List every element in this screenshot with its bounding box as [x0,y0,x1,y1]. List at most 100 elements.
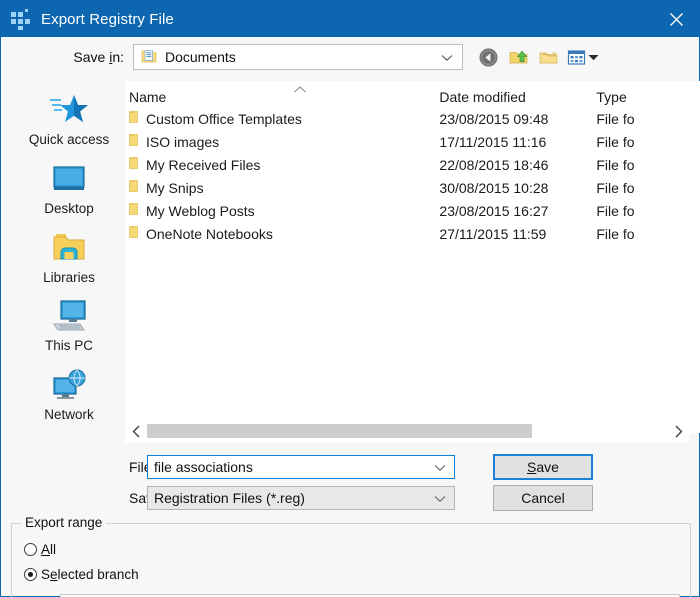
this-pc-icon [50,295,88,337]
place-libraries[interactable]: Libraries [17,227,121,294]
table-row[interactable]: My Weblog Posts 23/08/2015 16:27 File fo [125,199,700,222]
network-globe-icon [50,364,88,406]
folder-icon [129,225,138,242]
registry-editor-icon [10,8,32,30]
scrollbar-thumb[interactable] [147,424,532,438]
chevron-down-icon[interactable] [441,49,453,65]
navigation-toolbar [477,46,599,68]
quick-access-star-icon [50,89,88,131]
file-name-input[interactable]: file associations [147,454,455,479]
file-date-modified: 30/08/2015 10:28 [439,179,549,196]
back-icon [479,48,497,66]
radio-selected-branch-label: Selected branch [41,567,139,582]
browser-area: Quick access Desktop Libraries This PC N… [13,81,700,433]
file-type: File fo [596,179,635,196]
scrollbar-track[interactable] [147,424,667,438]
file-name: My Weblog Posts [146,202,255,219]
radio-all-label: All [41,542,57,557]
save-in-value: Documents [165,49,236,65]
scroll-left-button[interactable] [125,419,147,443]
place-label: Quick access [28,132,110,147]
radio-indicator-all[interactable] [24,543,37,556]
place-label: This PC [44,338,93,354]
radio-selected-branch[interactable]: Selected branch [24,567,690,582]
save-form: File name: file associations Save Save a… [1,451,700,513]
place-network[interactable]: Network [17,364,121,431]
place-this-pc[interactable]: This PC [17,295,121,362]
table-row[interactable]: OneNote Notebooks 27/11/2015 11:59 File … [125,222,700,245]
export-registry-file-dialog: Export Registry File Save in: Documents … [0,0,700,597]
title-bar: Export Registry File [1,1,699,37]
file-type: File fo [596,133,635,150]
close-button[interactable] [653,1,699,37]
documents-folder-icon [141,48,157,67]
folder-icon [129,156,138,173]
cancel-button[interactable]: Cancel [493,484,593,511]
chevron-right-icon [674,424,683,438]
file-list[interactable]: Name Date modified Type Custom Office Te… [125,81,700,433]
table-row[interactable]: ISO images 17/11/2015 11:16 File fo [125,130,700,153]
file-date-modified: 23/08/2015 09:48 [439,110,549,127]
desktop-monitor-icon [50,158,88,200]
file-name: Custom Office Templates [146,110,302,127]
horizontal-scrollbar[interactable] [125,419,689,443]
save-in-row: Save in: Documents [1,37,699,71]
export-range-title: Export range [21,515,107,530]
file-name: ISO images [146,133,220,150]
file-name-label: File name: [129,458,194,475]
save-as-type-value: Registration Files (*.reg) [154,489,305,506]
place-desktop[interactable]: Desktop [17,158,121,225]
place-label: Network [44,407,94,423]
up-one-level-button[interactable] [507,46,529,68]
file-type: File fo [596,156,635,173]
chevron-down-icon[interactable] [588,48,599,66]
save-in-label: Save in: [73,49,124,65]
file-date-modified: 17/11/2015 11:16 [439,133,547,150]
scroll-right-button[interactable] [667,419,689,443]
column-header-type[interactable]: Type [596,89,700,105]
place-label: Desktop [44,200,94,216]
table-row[interactable]: My Received Files 22/08/2015 18:46 File … [125,153,700,176]
export-range-group: Export range All Selected branch HKEY_CU… [11,515,691,597]
place-quick-access[interactable]: Quick access [17,89,121,156]
save-as-type-label: Save as type: [129,489,214,506]
place-label: Libraries [43,269,95,285]
file-list-header: Name Date modified Type [125,81,700,107]
column-header-name[interactable]: Name [125,89,439,105]
file-date-modified: 23/08/2015 16:27 [439,202,549,219]
chevron-down-icon[interactable] [434,490,446,506]
save-button[interactable]: Save [493,453,593,480]
views-button[interactable] [567,48,599,67]
table-row[interactable]: Custom Office Templates 23/08/2015 09:48… [125,107,700,130]
file-name: OneNote Notebooks [146,225,273,242]
column-header-date-modified[interactable]: Date modified [439,89,596,105]
save-as-type-combobox[interactable]: Registration Files (*.reg) [147,485,455,510]
places-bar: Quick access Desktop Libraries This PC N… [13,81,125,433]
radio-all[interactable]: All [24,542,690,557]
chevron-left-icon [131,424,140,438]
save-as-type-row: Save as type: Registration Files (*.reg)… [1,482,700,513]
views-icon [567,49,586,65]
new-folder-button[interactable] [537,46,559,68]
chevron-down-icon[interactable] [434,459,446,475]
file-type: File fo [596,110,635,127]
file-type: File fo [596,225,635,242]
back-button[interactable] [477,46,499,68]
close-icon [669,12,683,26]
file-name: My Received Files [146,156,261,173]
libraries-folder-icon [50,227,88,269]
file-name-value: file associations [154,458,253,475]
sort-ascending-icon [293,83,307,96]
folder-icon [129,202,138,219]
file-list-rows: Custom Office Templates 23/08/2015 09:48… [125,107,700,245]
window-title: Export Registry File [41,10,174,28]
file-date-modified: 27/11/2015 11:59 [439,225,547,242]
file-name: My Snips [146,179,204,196]
dialog-body: Save in: Documents Quick access Desktop … [1,37,700,597]
save-in-combobox[interactable]: Documents [133,44,463,70]
new-folder-icon [539,51,557,63]
file-type: File fo [596,202,635,219]
table-row[interactable]: My Snips 30/08/2015 10:28 File fo [125,176,700,199]
folder-icon [129,179,138,196]
radio-indicator-selected-branch[interactable] [24,568,37,581]
